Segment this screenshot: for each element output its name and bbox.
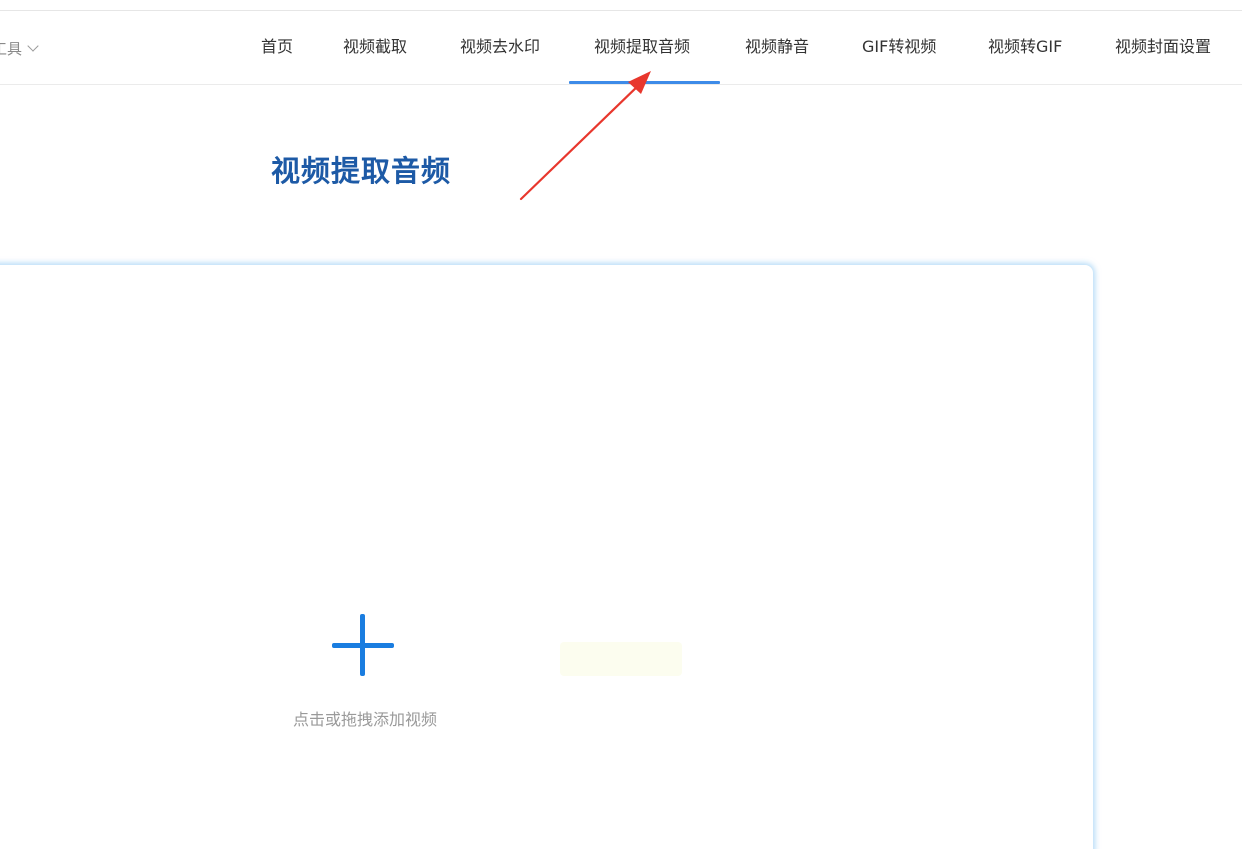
annotation-arrow-shaft: [519, 81, 643, 201]
tools-dropdown[interactable]: 工具: [0, 37, 39, 59]
upload-dropzone[interactable]: 点击或拖拽添加视频: [270, 600, 460, 735]
page-title: 视频提取音频: [271, 154, 452, 188]
upload-card: [0, 265, 1093, 849]
tools-dropdown-label: 工具: [0, 39, 23, 58]
nav-item-gif-to-video[interactable]: GIF转视频: [862, 35, 936, 59]
nav-item-remove-watermark[interactable]: 视频去水印: [460, 35, 540, 59]
active-tab-indicator: [569, 81, 720, 84]
nav-item-video-trim[interactable]: 视频截取: [343, 35, 407, 59]
page: 工具 首页 视频截取 视频去水印 视频提取音频 视频静音 GIF转视频 视频转G…: [0, 0, 1242, 849]
nav-item-home[interactable]: 首页: [261, 35, 293, 59]
chevron-down-icon: [27, 39, 39, 52]
nav-item-extract-audio[interactable]: 视频提取音频: [594, 35, 690, 59]
nav-item-video-to-gif[interactable]: 视频转GIF: [988, 35, 1062, 59]
nav-item-mute-video[interactable]: 视频静音: [745, 35, 809, 59]
upload-hint: 点击或拖拽添加视频: [292, 710, 437, 729]
plus-icon: [332, 614, 394, 676]
faint-overlay: [560, 642, 682, 676]
top-navigation: 工具 首页 视频截取 视频去水印 视频提取音频 视频静音 GIF转视频 视频转G…: [0, 11, 1242, 85]
nav-item-cover-settings[interactable]: 视频封面设置: [1115, 35, 1211, 59]
